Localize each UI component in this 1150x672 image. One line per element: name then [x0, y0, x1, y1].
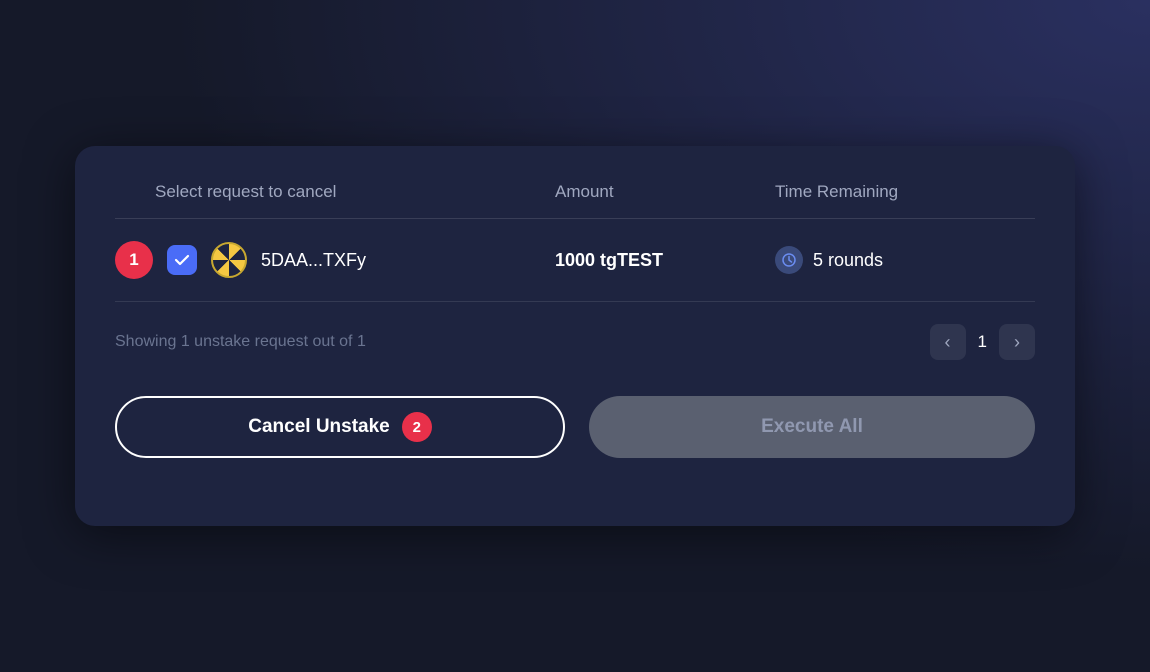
clock-icon	[775, 246, 803, 274]
row-checkbox[interactable]	[167, 245, 197, 275]
unstake-modal: Select request to cancel Amount Time Rem…	[75, 146, 1075, 526]
col-header-select: Select request to cancel	[115, 182, 555, 202]
pagination-controls: ‹ 1 ›	[930, 324, 1035, 360]
pagination-row: Showing 1 unstake request out of 1 ‹ 1 ›	[115, 302, 1035, 388]
time-remaining-cell: 5 rounds	[775, 246, 1035, 274]
prev-page-button[interactable]: ‹	[930, 324, 966, 360]
table-row: 1 5DAA...TXFy 1000 tgTEST 5 rounds	[115, 219, 1035, 302]
amount-cell: 1000 tgTEST	[555, 250, 775, 271]
cancel-unstake-button[interactable]: Cancel Unstake 2	[115, 396, 565, 458]
current-page: 1	[978, 332, 987, 352]
actions-row: Cancel Unstake 2 Execute All	[115, 396, 1035, 458]
execute-all-button[interactable]: Execute All	[589, 396, 1035, 458]
table-header: Select request to cancel Amount Time Rem…	[115, 182, 1035, 219]
next-page-button[interactable]: ›	[999, 324, 1035, 360]
time-remaining-text: 5 rounds	[813, 250, 883, 271]
cancel-badge: 2	[402, 412, 432, 442]
row-identity: 1 5DAA...TXFy	[115, 241, 555, 279]
row-number: 1	[115, 241, 153, 279]
cancel-unstake-label: Cancel Unstake	[248, 416, 390, 438]
col-header-amount: Amount	[555, 182, 775, 202]
token-icon	[211, 242, 247, 278]
col-header-time: Time Remaining	[775, 182, 1035, 202]
pagination-info: Showing 1 unstake request out of 1	[115, 333, 366, 351]
wallet-address: 5DAA...TXFy	[261, 250, 366, 271]
